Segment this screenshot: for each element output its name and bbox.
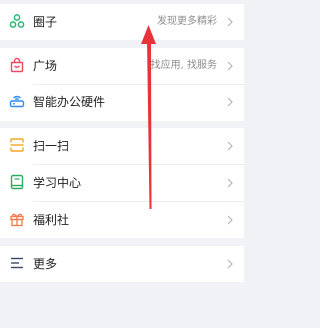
row-more-label: 更多 [33,257,58,271]
gift-icon [10,213,24,227]
chevron-right-icon [227,61,233,71]
row-learning[interactable]: 学习中心 [0,166,244,200]
chevron-right-icon [227,97,233,107]
divider [33,164,244,165]
row-hardware-label: 智能办公硬件 [33,95,106,109]
chevron-right-icon [227,17,233,27]
row-square[interactable]: 广场 找应用, 找服务 [0,49,244,83]
shopping-bag-icon [10,57,24,73]
row-scan[interactable]: 扫一扫 [0,129,244,163]
menu-icon [11,257,23,269]
row-circle-label: 圈子 [33,15,58,29]
divider [33,201,244,202]
row-square-label: 广场 [33,59,58,73]
router-icon [9,95,25,108]
row-welfare[interactable]: 福利社 [0,203,244,237]
group-more: 更多 [0,246,244,282]
group-circle: 圈子 发现更多精彩 [0,4,244,40]
row-welfare-label: 福利社 [33,213,70,227]
chevron-right-icon [227,141,233,151]
row-square-hint: 找应用, 找服务 [150,60,217,71]
chevron-right-icon [227,178,233,188]
book-icon [10,174,24,190]
group-tools: 扫一扫 学习中心 福利社 [0,128,244,238]
circle-group-icon [9,14,25,28]
row-circle-hint: 发现更多精彩 [157,16,217,27]
scan-icon [10,138,24,152]
row-learning-label: 学习中心 [33,176,82,190]
row-circle[interactable]: 圈子 发现更多精彩 [0,5,244,39]
chevron-right-icon [227,259,233,269]
row-hardware[interactable]: 智能办公硬件 [0,85,244,119]
row-more[interactable]: 更多 [0,247,244,281]
row-scan-label: 扫一扫 [33,139,70,153]
group-square: 广场 找应用, 找服务 智能办公硬件 [0,48,244,121]
chevron-right-icon [227,215,233,225]
